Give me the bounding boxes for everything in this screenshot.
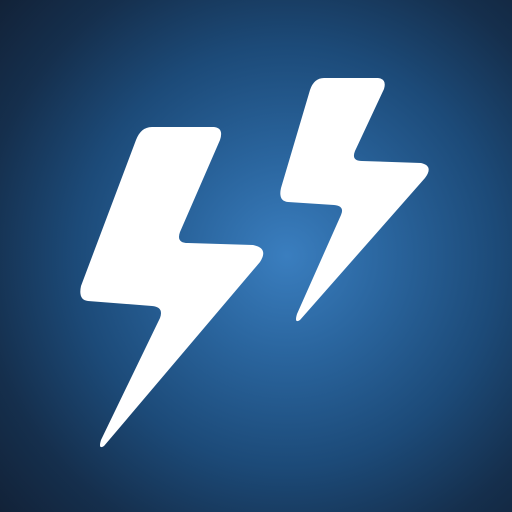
left-lightning-bolt-icon: [80, 127, 264, 448]
double-lightning-bolt-icon: [80, 78, 429, 448]
right-lightning-bolt-icon: [280, 78, 429, 322]
app-icon: [0, 0, 512, 512]
